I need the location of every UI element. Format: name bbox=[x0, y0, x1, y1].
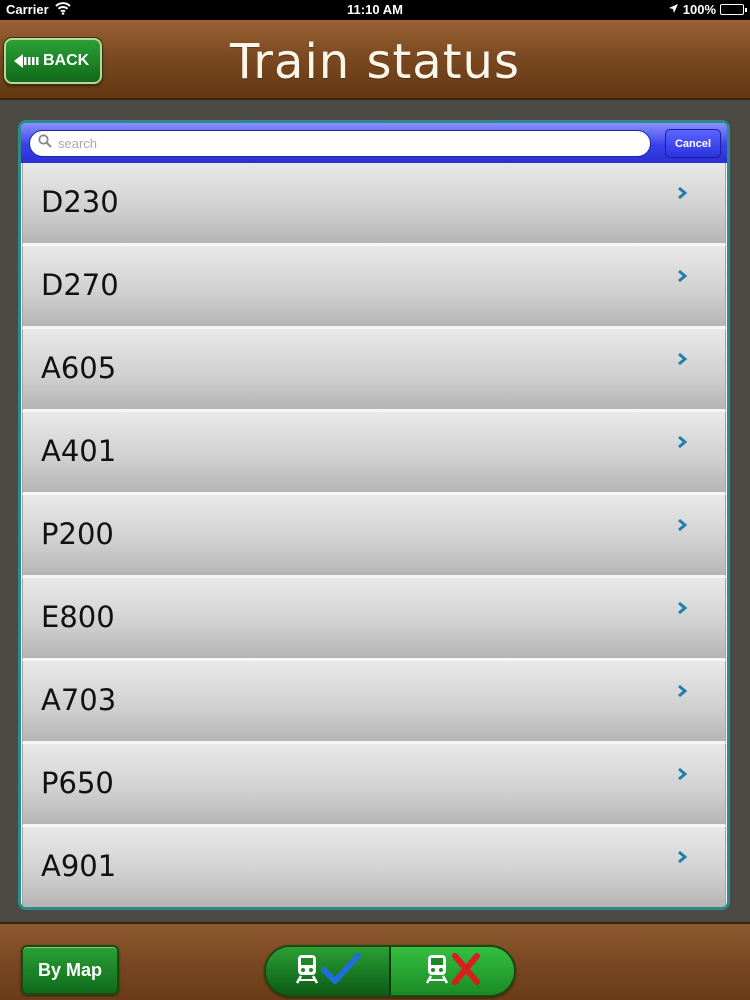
cancel-button[interactable]: Cancel bbox=[665, 129, 721, 158]
cross-icon bbox=[451, 952, 481, 990]
chevron-right-icon bbox=[677, 850, 688, 869]
search-icon bbox=[38, 134, 52, 153]
list-item[interactable]: A901 bbox=[22, 827, 726, 907]
train-label: P200 bbox=[41, 517, 114, 551]
train-label: E800 bbox=[41, 600, 115, 634]
chevron-right-icon bbox=[677, 269, 688, 288]
clock: 11:10 AM bbox=[347, 2, 403, 17]
train-label: A703 bbox=[41, 683, 117, 717]
list-item[interactable]: E800 bbox=[22, 578, 726, 661]
train-label: A401 bbox=[41, 434, 117, 468]
train-label: D230 bbox=[41, 185, 119, 219]
chevron-right-icon bbox=[677, 601, 688, 620]
list-item[interactable]: P200 bbox=[22, 495, 726, 578]
train-label: P650 bbox=[41, 766, 114, 800]
list-item[interactable]: A605 bbox=[22, 329, 726, 412]
status-bar: Carrier 11:10 AM 100% bbox=[0, 0, 750, 20]
delayed-filter-button[interactable] bbox=[391, 947, 514, 995]
chevron-right-icon bbox=[677, 435, 688, 454]
search-field[interactable] bbox=[29, 130, 651, 157]
train-icon bbox=[295, 953, 319, 990]
train-label: A901 bbox=[41, 849, 117, 883]
list-item[interactable]: P650 bbox=[22, 744, 726, 827]
train-list-panel: Cancel D230 D270 A605 A401 P200 E800 A70… bbox=[18, 120, 730, 910]
list-item[interactable]: A401 bbox=[22, 412, 726, 495]
chevron-right-icon bbox=[677, 352, 688, 371]
header-bar: BACK Train status bbox=[0, 20, 750, 100]
battery-icon bbox=[720, 4, 747, 15]
train-list: D230 D270 A605 A401 P200 E800 A703 P650 bbox=[21, 163, 727, 907]
on-time-filter-button[interactable] bbox=[266, 947, 391, 995]
search-bar: Cancel bbox=[21, 123, 727, 163]
page-title: Train status bbox=[230, 34, 520, 90]
chevron-right-icon bbox=[677, 767, 688, 786]
train-label: D270 bbox=[41, 268, 119, 302]
location-arrow-icon bbox=[668, 2, 679, 17]
battery-percent: 100% bbox=[682, 2, 716, 17]
search-input[interactable] bbox=[58, 136, 618, 151]
train-icon bbox=[425, 953, 449, 990]
status-filter-segmented-control bbox=[264, 945, 516, 997]
by-map-button[interactable]: By Map bbox=[21, 945, 119, 995]
list-item[interactable]: A703 bbox=[22, 661, 726, 744]
chevron-right-icon bbox=[677, 186, 688, 205]
list-item[interactable]: D270 bbox=[22, 246, 726, 329]
check-icon bbox=[320, 952, 361, 991]
chevron-right-icon bbox=[677, 518, 688, 537]
chevron-right-icon bbox=[677, 684, 688, 703]
bottom-toolbar: By Map bbox=[0, 922, 750, 1000]
list-item[interactable]: D230 bbox=[22, 163, 726, 246]
train-label: A605 bbox=[41, 351, 117, 385]
